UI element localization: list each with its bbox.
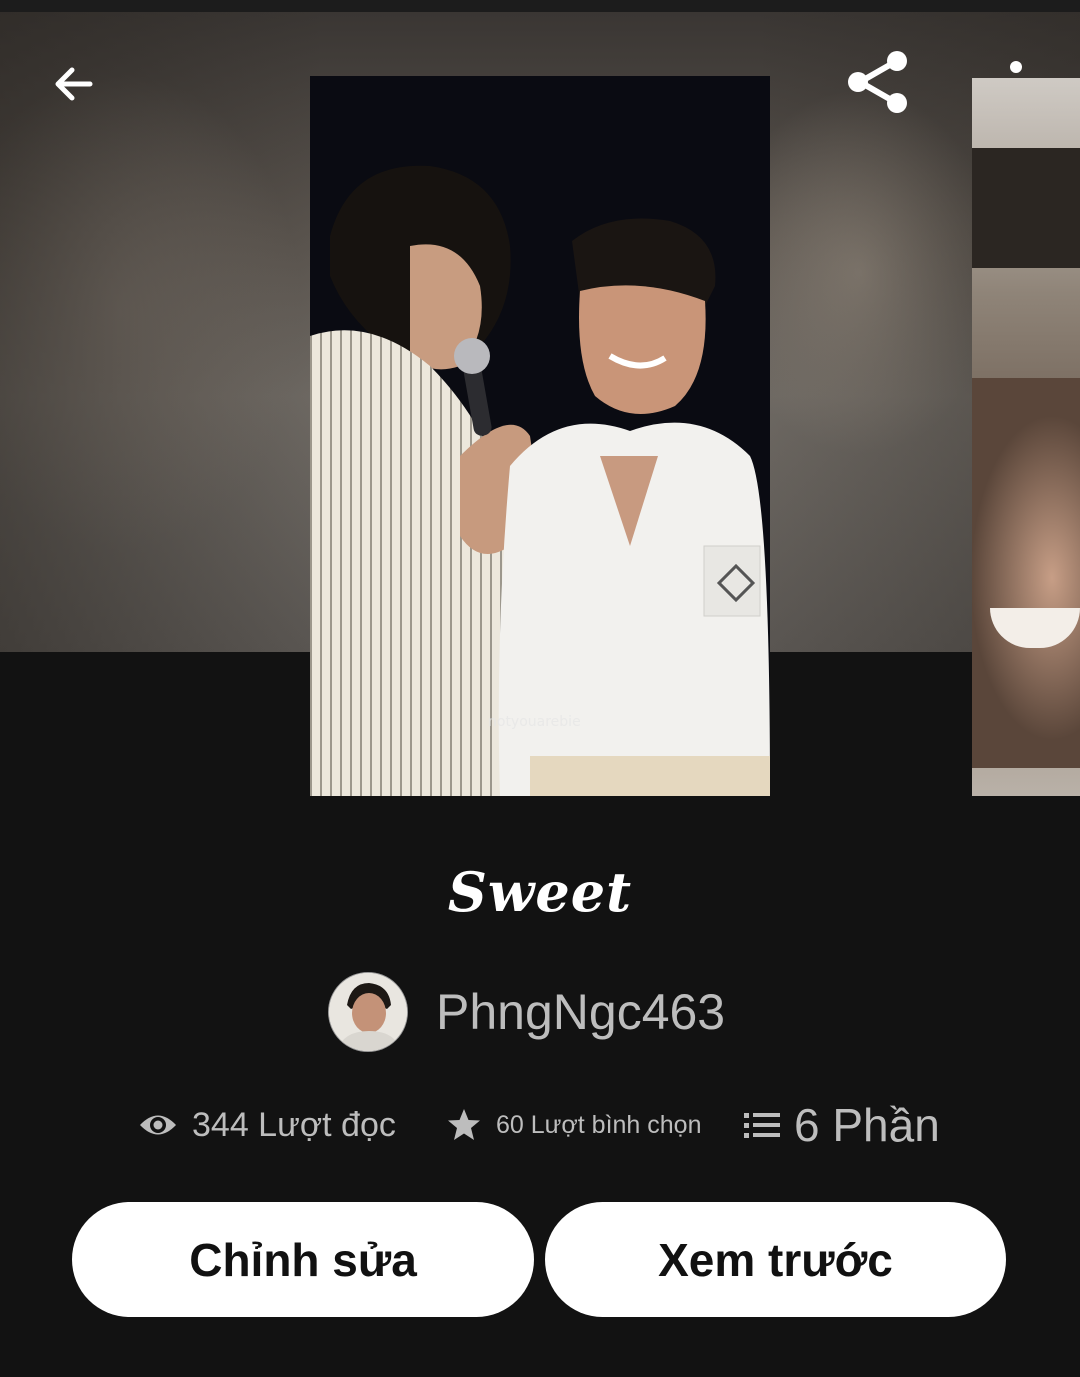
status-strip (0, 0, 1080, 12)
parts-count: 6 Phần (794, 1099, 940, 1151)
story-cover[interactable]: notyouarebie (310, 76, 770, 796)
next-story-cover[interactable] (972, 78, 1080, 796)
list-icon (744, 1113, 780, 1138)
author-name: PhngNgc463 (436, 984, 726, 1040)
edit-button[interactable]: Chỉnh sửa (72, 1202, 534, 1317)
cover-photo (310, 76, 770, 796)
reads-stat: 344 Lượt đọc (138, 1095, 396, 1155)
star-icon (448, 1109, 480, 1140)
cover-watermark: notyouarebie (488, 714, 581, 730)
story-title: Sweet (447, 860, 633, 924)
avatar-photo (329, 973, 407, 1051)
votes-stat: 60 Lượt bình chọn (446, 1095, 702, 1155)
author-row[interactable]: PhngNgc463 (328, 972, 725, 1052)
back-button[interactable] (38, 48, 110, 120)
share-icon (848, 51, 907, 113)
parts-stat: 6 Phần (744, 1095, 940, 1155)
arrow-left-icon (55, 67, 93, 101)
next-cover-face (972, 378, 1080, 768)
avatar[interactable] (328, 972, 408, 1052)
story-stats: 344 Lượt đọc 60 Lượt bình chọn 6 Phần (0, 1095, 1080, 1155)
share-button[interactable] (842, 46, 914, 118)
votes-count: 60 Lượt bình chọn (496, 1110, 702, 1139)
reads-count: 344 Lượt đọc (192, 1105, 396, 1144)
eye-icon (140, 1115, 176, 1135)
preview-button[interactable]: Xem trước (545, 1202, 1006, 1317)
next-cover-band (972, 148, 1080, 268)
